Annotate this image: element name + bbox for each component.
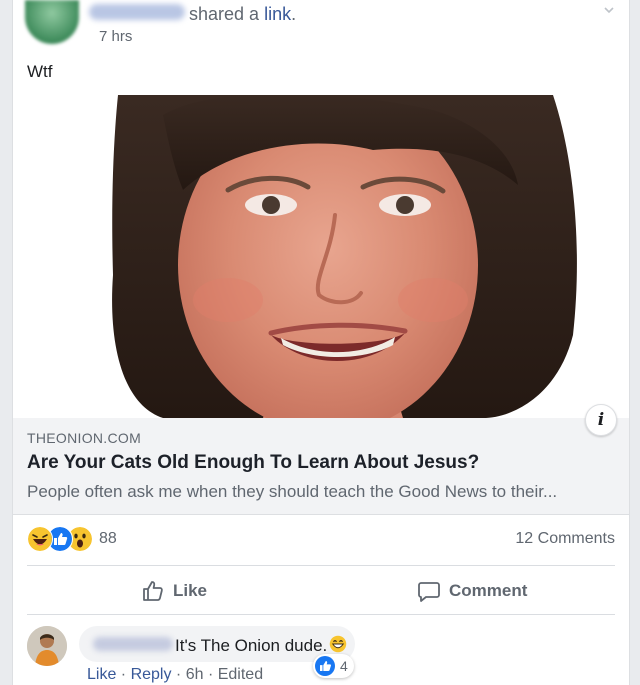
header-action-text: shared a	[189, 4, 260, 24]
link-preview-image[interactable]	[13, 95, 629, 418]
like-button-label: Like	[173, 581, 208, 600]
commenter-name-redacted[interactable]	[93, 637, 173, 651]
separator-dot: ·	[203, 666, 218, 683]
divider	[27, 565, 615, 566]
commenter-photo	[27, 626, 67, 666]
post-header: shared a link.	[189, 4, 296, 25]
comment-button[interactable]: Comment	[417, 577, 527, 605]
chevron-down-icon[interactable]	[603, 4, 615, 16]
link-domain: THEONION.COM	[27, 430, 142, 446]
comment-text: It's The Onion dude.	[175, 635, 347, 656]
thumbs-up-icon	[143, 581, 163, 601]
reaction-count[interactable]: 88	[99, 530, 117, 548]
info-icon[interactable]: i	[585, 404, 617, 436]
link-title[interactable]: Are Your Cats Old Enough To Learn About …	[27, 452, 479, 474]
link-description: People often ask me when they should tea…	[27, 482, 558, 501]
divider	[27, 614, 615, 615]
header-link[interactable]: link	[264, 4, 291, 24]
poster-avatar[interactable]	[25, 0, 79, 44]
post-card: shared a link. 7 hrs Wtf i THEONION.COM …	[12, 0, 630, 685]
comment-body: It's The Onion dude.	[175, 636, 328, 655]
link-preview[interactable]: i THEONION.COM Are Your Cats Old Enough …	[13, 404, 629, 515]
post-message: Wtf	[27, 62, 53, 81]
comment-like-count: 4	[340, 658, 348, 674]
post-timestamp[interactable]: 7 hrs	[99, 28, 132, 45]
comment-icon	[418, 582, 440, 602]
commenter-avatar[interactable]	[27, 626, 67, 666]
comment-edited-label[interactable]: Edited	[218, 666, 263, 683]
grinning-emoji-icon	[330, 635, 347, 653]
haha-reaction-icon	[27, 526, 53, 552]
comment-reply-link[interactable]: Reply	[131, 666, 172, 683]
comment-bubble: It's The Onion dude.	[79, 626, 355, 662]
like-badge-icon	[315, 656, 335, 676]
separator-dot: ·	[171, 666, 186, 683]
comment-like-link[interactable]: Like	[87, 666, 116, 683]
portrait-image	[13, 95, 629, 418]
like-button[interactable]: Like	[141, 577, 207, 605]
comment-like-badge[interactable]: 4	[313, 654, 354, 678]
poster-name-redacted[interactable]	[89, 4, 185, 20]
comment-actions: Like · Reply · 6h · Edited	[87, 666, 263, 684]
comment-time[interactable]: 6h	[186, 666, 204, 683]
header-period: .	[291, 4, 297, 24]
comment-button-label: Comment	[449, 581, 528, 600]
separator-dot: ·	[116, 666, 131, 683]
comments-count[interactable]: 12 Comments	[515, 530, 615, 548]
